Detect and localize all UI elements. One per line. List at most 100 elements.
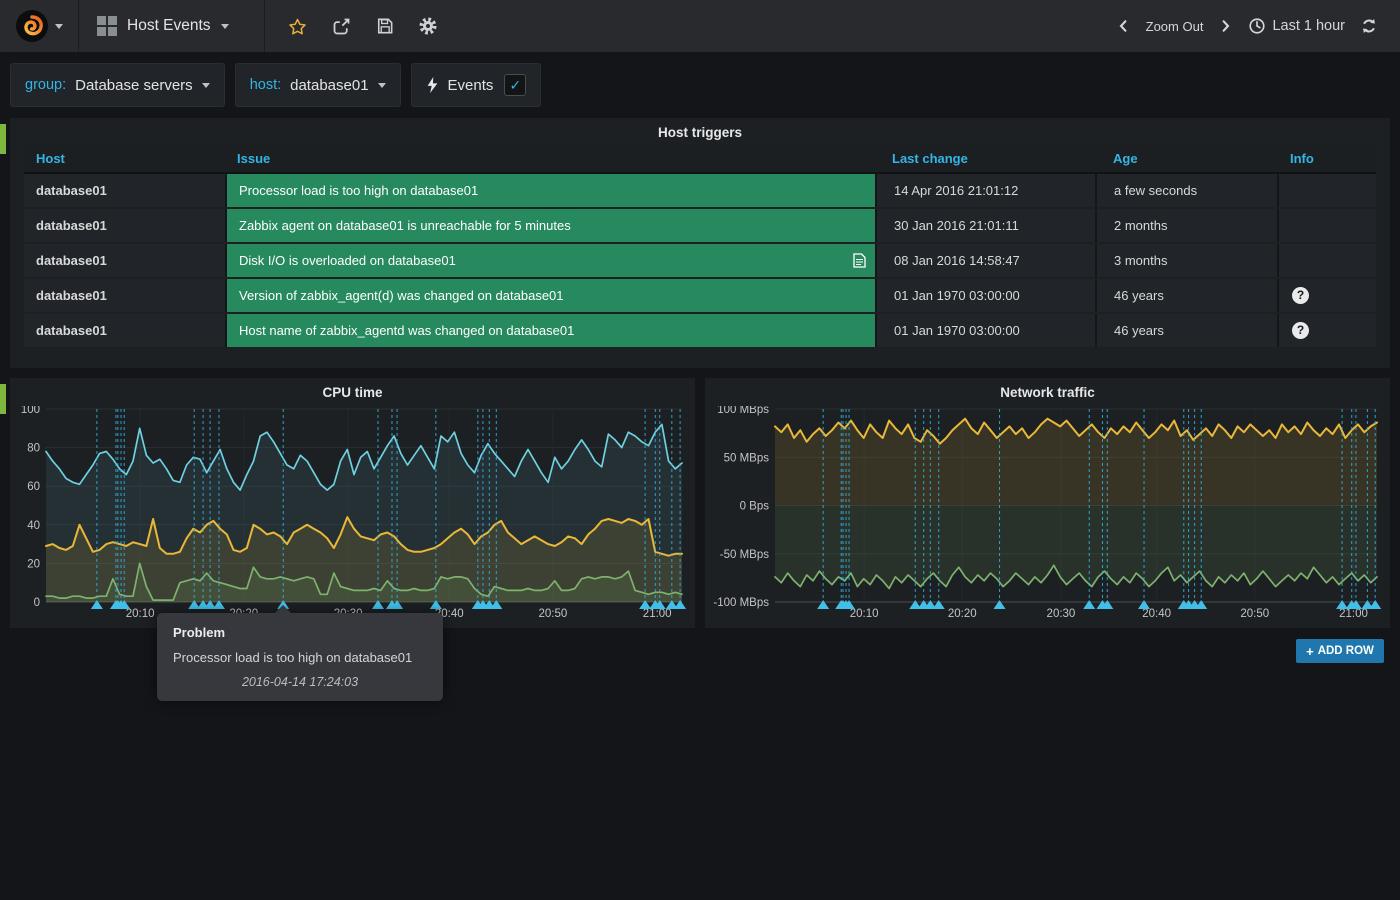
events-checkbox[interactable]: ✓ bbox=[504, 74, 526, 96]
tooltip-time: 2016-04-14 17:24:03 bbox=[173, 675, 427, 689]
time-shift-back-button[interactable] bbox=[1116, 17, 1131, 35]
grafana-dashboard: Host Events bbox=[0, 0, 1400, 900]
svg-text:20: 20 bbox=[27, 558, 40, 570]
svg-text:60: 60 bbox=[27, 481, 40, 493]
trigger-age: 46 years bbox=[1095, 314, 1277, 347]
star-button[interactable] bbox=[287, 16, 308, 37]
question-icon[interactable]: ? bbox=[1292, 287, 1309, 304]
column-header-issue[interactable]: Issue bbox=[225, 146, 875, 172]
svg-text:20:30: 20:30 bbox=[1047, 608, 1076, 620]
tooltip-text: Processor load is too high on database01 bbox=[173, 650, 427, 665]
zoom-out-button[interactable]: Zoom Out bbox=[1146, 19, 1204, 34]
plus-icon: + bbox=[1306, 644, 1314, 659]
trigger-age: 2 months bbox=[1095, 209, 1277, 242]
question-icon[interactable]: ? bbox=[1292, 322, 1309, 339]
variable-group-label: group: bbox=[25, 77, 66, 93]
trigger-issue[interactable]: Version of zabbix_agent(d) was changed o… bbox=[225, 279, 875, 312]
tooltip-title: Problem bbox=[173, 625, 427, 640]
panel-title[interactable]: Host triggers bbox=[10, 118, 1390, 146]
trigger-row: database01Processor load is too high on … bbox=[24, 174, 1376, 207]
time-range-label: Last 1 hour bbox=[1272, 18, 1345, 34]
cpu-time-panel: CPU time 10080604020020:1020:2020:3020:4… bbox=[10, 378, 695, 628]
dashboard-grid-icon bbox=[97, 16, 117, 36]
chevron-down-icon bbox=[221, 24, 229, 29]
variable-host-label: host: bbox=[250, 77, 281, 93]
events-label: Events bbox=[448, 77, 494, 94]
time-shift-forward-button[interactable] bbox=[1218, 17, 1233, 35]
triggers-table: HostIssueLast changeAgeInfo database01Pr… bbox=[24, 146, 1376, 347]
row-handle[interactable] bbox=[0, 384, 6, 414]
trigger-row: database01Version of zabbix_agent(d) was… bbox=[24, 279, 1376, 312]
trigger-age: 3 months bbox=[1095, 244, 1277, 277]
svg-text:100: 100 bbox=[21, 406, 40, 416]
trigger-info bbox=[1277, 209, 1376, 242]
triggers-table-header: HostIssueLast changeAgeInfo bbox=[24, 146, 1376, 174]
trigger-host: database01 bbox=[24, 279, 225, 312]
trigger-row: database01Disk I/O is overloaded on data… bbox=[24, 244, 1376, 277]
trigger-row: database01Host name of zabbix_agentd was… bbox=[24, 314, 1376, 347]
trigger-last-change: 01 Jan 1970 03:00:00 bbox=[875, 279, 1095, 312]
document-icon[interactable] bbox=[853, 253, 866, 268]
share-icon bbox=[331, 16, 352, 37]
time-picker[interactable]: Last 1 hour bbox=[1248, 17, 1345, 35]
share-button[interactable] bbox=[331, 16, 352, 37]
grafana-menu-button[interactable] bbox=[0, 0, 79, 52]
column-header-info[interactable]: Info bbox=[1277, 146, 1376, 172]
trigger-host: database01 bbox=[24, 314, 225, 347]
column-header-age[interactable]: Age bbox=[1095, 146, 1277, 172]
trigger-info: ? bbox=[1277, 279, 1376, 312]
network-traffic-chart[interactable]: 100 MBps50 MBps0 Bps-50 MBps-100 MBps20:… bbox=[705, 406, 1390, 628]
save-icon bbox=[375, 16, 395, 36]
svg-text:21:00: 21:00 bbox=[643, 608, 672, 620]
refresh-icon bbox=[1360, 17, 1378, 35]
add-row-button[interactable]: + ADD ROW bbox=[1296, 639, 1384, 663]
host-triggers-panel: Host triggers HostIssueLast changeAgeInf… bbox=[10, 118, 1390, 368]
save-button[interactable] bbox=[375, 16, 395, 36]
settings-button[interactable] bbox=[418, 16, 438, 36]
chevron-left-icon bbox=[1116, 17, 1131, 35]
trigger-last-change: 01 Jan 1970 03:00:00 bbox=[875, 314, 1095, 347]
column-header-host[interactable]: Host bbox=[24, 146, 225, 172]
chevron-down-icon bbox=[378, 83, 386, 88]
svg-text:-100 MBps: -100 MBps bbox=[713, 597, 769, 609]
variable-group-dropdown[interactable]: group: Database servers bbox=[10, 63, 225, 107]
trigger-issue[interactable]: Zabbix agent on database01 is unreachabl… bbox=[225, 209, 875, 242]
row-handle[interactable] bbox=[0, 124, 6, 154]
events-toggle[interactable]: Events ✓ bbox=[411, 63, 542, 107]
svg-text:20:40: 20:40 bbox=[1142, 608, 1171, 620]
chevron-down-icon bbox=[202, 83, 210, 88]
variable-host-dropdown[interactable]: host: database01 bbox=[235, 63, 401, 107]
trigger-age: a few seconds bbox=[1095, 174, 1277, 207]
trigger-last-change: 08 Jan 2016 14:58:47 bbox=[875, 244, 1095, 277]
chevron-right-icon bbox=[1218, 17, 1233, 35]
svg-text:-50 MBps: -50 MBps bbox=[720, 549, 769, 561]
trigger-issue[interactable]: Disk I/O is overloaded on database01 bbox=[225, 244, 875, 277]
refresh-button[interactable] bbox=[1360, 17, 1378, 35]
time-controls: Zoom Out Last 1 hour bbox=[1116, 17, 1400, 35]
trigger-last-change: 30 Jan 2016 21:01:11 bbox=[875, 209, 1095, 242]
star-icon bbox=[287, 16, 308, 37]
svg-text:21:00: 21:00 bbox=[1339, 608, 1368, 620]
panel-title[interactable]: Network traffic bbox=[705, 378, 1390, 406]
trigger-row: database01Zabbix agent on database01 is … bbox=[24, 209, 1376, 242]
trigger-issue[interactable]: Host name of zabbix_agentd was changed o… bbox=[225, 314, 875, 347]
trigger-issue[interactable]: Processor load is too high on database01 bbox=[225, 174, 875, 207]
variable-host-value: database01 bbox=[290, 77, 368, 94]
trigger-host: database01 bbox=[24, 244, 225, 277]
svg-text:20:50: 20:50 bbox=[539, 608, 568, 620]
panel-title[interactable]: CPU time bbox=[10, 378, 695, 406]
template-variables: group: Database servers host: database01… bbox=[10, 63, 541, 107]
trigger-info bbox=[1277, 244, 1376, 277]
navbar: Host Events bbox=[0, 0, 1400, 52]
cpu-time-chart[interactable]: 10080604020020:1020:2020:3020:4020:5021:… bbox=[10, 406, 695, 628]
column-header-last-change[interactable]: Last change bbox=[875, 146, 1095, 172]
svg-text:0 Bps: 0 Bps bbox=[740, 501, 770, 513]
dashboard-actions bbox=[265, 16, 438, 37]
trigger-host: database01 bbox=[24, 209, 225, 242]
trigger-last-change: 14 Apr 2016 21:01:12 bbox=[875, 174, 1095, 207]
dashboard-title-dropdown[interactable]: Host Events bbox=[79, 0, 265, 52]
grafana-logo-icon bbox=[15, 9, 49, 43]
gear-icon bbox=[418, 16, 438, 36]
add-row-label: ADD ROW bbox=[1318, 645, 1374, 657]
svg-text:40: 40 bbox=[27, 520, 40, 532]
